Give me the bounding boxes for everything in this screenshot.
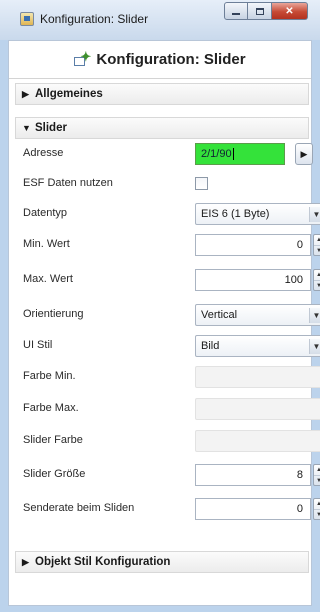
slider-color-picker[interactable] (195, 430, 320, 452)
spin-down-icon[interactable]: ▼ (314, 475, 320, 485)
address-input[interactable]: 2/1/90 (195, 143, 285, 165)
dropdown-arrow-icon: ▼ (309, 308, 320, 323)
row-address: Adresse 2/1/90 ▶ (23, 142, 313, 166)
expand-right-icon: ▶ (22, 88, 29, 99)
section-style-header[interactable]: ▶ Objekt Stil Konfiguration (15, 551, 309, 573)
esf-checkbox[interactable] (195, 177, 208, 190)
orientation-select[interactable]: Vertical ▼ (195, 304, 320, 326)
row-send-rate: Senderate beim Sliden 0 ▲ ▼ (23, 497, 320, 521)
esf-label: ESF Daten nutzen (23, 177, 113, 189)
max-spinner-buttons[interactable]: ▲ ▼ (313, 269, 320, 291)
datatype-label: Datentyp (23, 207, 68, 219)
row-datatype: Datentyp EIS 6 (1 Byte) ▼ (23, 202, 320, 226)
slider-color-label: Slider Farbe (23, 434, 83, 446)
row-color-min: Farbe Min. (23, 365, 320, 389)
config-panel: ✦ Konfiguration: Slider ▶ Allgemeines ▼ … (8, 40, 320, 606)
expand-right-icon: ▶ (22, 556, 29, 567)
row-slider-color: Slider Farbe (23, 429, 320, 453)
address-value: 2/1/90 (201, 148, 232, 160)
row-slider-size: Slider Größe 8 ▲ ▼ (23, 463, 320, 487)
close-icon: ✕ (285, 5, 294, 17)
minimize-icon (232, 12, 240, 15)
color-max-label: Farbe Max. (23, 402, 79, 414)
ui-style-value: Bild (201, 340, 220, 352)
row-ui-style: UI Stil Bild ▼ (23, 334, 320, 358)
spin-up-icon[interactable]: ▲ (314, 499, 320, 509)
window-controls: ✕ (224, 2, 308, 20)
orientation-value: Vertical (201, 309, 238, 321)
send-rate-spinner-buttons[interactable]: ▲ ▼ (313, 498, 320, 520)
text-caret (232, 148, 234, 160)
close-button[interactable]: ✕ (272, 2, 308, 20)
spin-down-icon[interactable]: ▼ (314, 509, 320, 519)
ui-style-label: UI Stil (23, 339, 53, 351)
datatype-value: EIS 6 (1 Byte) (201, 208, 270, 220)
address-label: Adresse (23, 147, 64, 159)
min-spinner-buttons[interactable]: ▲ ▼ (313, 234, 320, 256)
row-esf: ESF Daten nutzen (23, 172, 313, 196)
section-slider-header[interactable]: ▼ Slider (15, 117, 309, 139)
color-max-picker[interactable] (195, 398, 320, 420)
row-max: Max. Wert 100 ▲ ▼ (23, 268, 320, 292)
window-title: Konfiguration: Slider (40, 12, 149, 26)
ui-style-select[interactable]: Bild ▼ (195, 335, 320, 357)
config-icon: ✦ (74, 49, 91, 68)
panel-header: ✦ Konfiguration: Slider (9, 41, 311, 79)
play-right-icon: ▶ (300, 148, 308, 159)
min-value: 0 (296, 239, 303, 251)
panel-title: Konfiguration: Slider (96, 51, 246, 68)
send-rate-label: Senderate beim Sliden (23, 502, 135, 514)
address-picker-button[interactable]: ▶ (295, 143, 313, 165)
dropdown-arrow-icon: ▼ (309, 339, 320, 354)
slider-size-label: Slider Größe (23, 468, 86, 480)
section-general-header[interactable]: ▶ Allgemeines (15, 83, 309, 105)
row-color-max: Farbe Max. (23, 397, 320, 421)
row-min: Min. Wert 0 ▲ ▼ (23, 233, 320, 257)
max-label: Max. Wert (23, 273, 73, 285)
send-rate-value: 0 (296, 503, 303, 515)
spin-down-icon[interactable]: ▼ (314, 280, 320, 290)
min-label: Min. Wert (23, 238, 70, 250)
section-slider-label: Slider (35, 122, 67, 134)
color-min-picker[interactable] (195, 366, 320, 388)
color-min-label: Farbe Min. (23, 370, 76, 382)
max-spinner-input[interactable]: 100 (195, 269, 311, 291)
slider-size-spinner-input[interactable]: 8 (195, 464, 311, 486)
send-rate-spinner-input[interactable]: 0 (195, 498, 311, 520)
collapse-down-icon: ▼ (22, 123, 31, 133)
minimize-button[interactable] (224, 2, 248, 20)
min-spinner-input[interactable]: 0 (195, 234, 311, 256)
datatype-select[interactable]: EIS 6 (1 Byte) ▼ (195, 203, 320, 225)
app-icon (20, 12, 34, 26)
row-orientation: Orientierung Vertical ▼ (23, 303, 320, 327)
maximize-icon (255, 7, 264, 15)
config-window: Konfiguration: Slider ✕ ✦ Konfiguration:… (0, 0, 320, 612)
maximize-button[interactable] (248, 2, 272, 20)
spin-up-icon[interactable]: ▲ (314, 270, 320, 280)
slider-size-value: 8 (296, 469, 303, 481)
slider-size-spinner-buttons[interactable]: ▲ ▼ (313, 464, 320, 486)
spin-up-icon[interactable]: ▲ (314, 235, 320, 245)
spin-up-icon[interactable]: ▲ (314, 465, 320, 475)
title-bar: Konfiguration: Slider ✕ (0, 0, 320, 40)
spin-down-icon[interactable]: ▼ (314, 245, 320, 255)
orientation-label: Orientierung (23, 308, 84, 320)
max-value: 100 (284, 274, 303, 286)
dropdown-arrow-icon: ▼ (309, 207, 320, 222)
section-general-label: Allgemeines (35, 88, 103, 100)
section-style-label: Objekt Stil Konfiguration (35, 556, 171, 568)
